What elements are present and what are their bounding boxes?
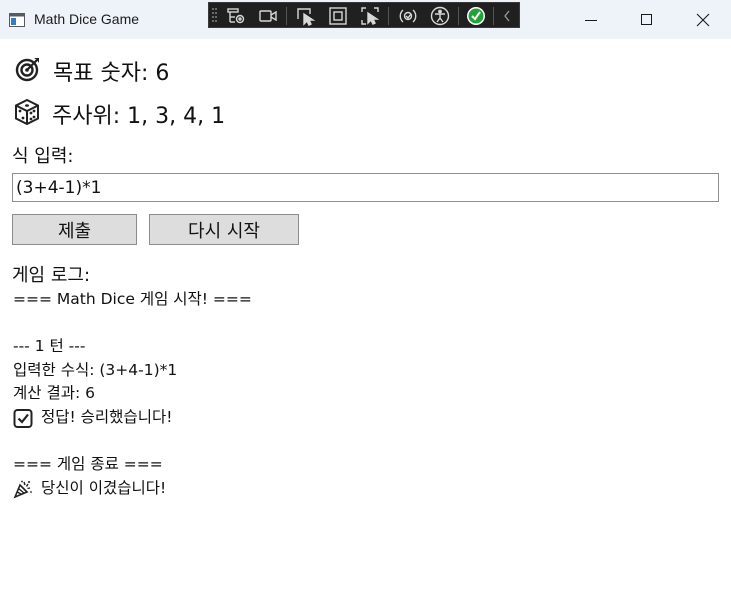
close-button[interactable]	[675, 0, 731, 39]
binding-check-icon[interactable]	[465, 6, 487, 26]
minimize-button[interactable]	[563, 0, 619, 39]
game-die-icon	[15, 98, 39, 129]
toolbar-separator	[286, 7, 287, 25]
hot-reload-icon[interactable]	[397, 6, 419, 26]
log-line: --- 1 턴 ---	[13, 337, 86, 356]
toolbar-separator	[388, 7, 389, 25]
log-line: 계산 결과: 6	[13, 384, 95, 403]
toolbar-separator	[493, 7, 494, 25]
log-line: 정답! 승리했습니다!	[13, 406, 713, 430]
live-visual-tree-icon[interactable]	[225, 6, 247, 26]
collapse-chevron-icon[interactable]	[499, 6, 515, 26]
target-number-row: 목표 숫자: 6	[15, 56, 169, 86]
submit-button[interactable]: 제출	[12, 214, 137, 245]
maximize-icon	[641, 14, 652, 25]
check-box-icon	[13, 408, 33, 428]
display-layout-adorners-icon[interactable]	[327, 6, 349, 26]
target-number-text: 목표 숫자: 6	[53, 61, 170, 86]
expression-label: 식 입력:	[12, 146, 74, 167]
track-focus-icon[interactable]	[359, 6, 381, 26]
game-log: === Math Dice 게임 시작! === --- 1 턴 --- 입력한…	[13, 288, 713, 500]
window-title: Math Dice Game	[34, 11, 140, 27]
party-popper-icon	[13, 479, 33, 499]
title-bar[interactable]: Math Dice Game	[0, 0, 731, 39]
log-line: === Math Dice 게임 시작! ===	[13, 290, 252, 308]
log-line: === 게임 종료 ===	[13, 455, 163, 474]
app-window: Math Dice Game 목표 숫자: 6 주사위: 1, 3, 4, 1 …	[0, 0, 731, 613]
game-log-label: 게임 로그:	[12, 265, 91, 286]
accessibility-icon[interactable]	[429, 6, 451, 26]
app-window-icon	[9, 12, 25, 27]
xaml-debug-toolbar	[208, 2, 520, 28]
maximize-button[interactable]	[619, 0, 675, 39]
close-icon	[696, 13, 710, 27]
log-line: 입력한 수식: (3+4-1)*1	[13, 360, 178, 379]
restart-button[interactable]: 다시 시작	[149, 214, 299, 245]
toolbar-separator	[458, 7, 459, 25]
game-panel: 목표 숫자: 6 주사위: 1, 3, 4, 1 식 입력: 제출 다시 시작 …	[0, 39, 731, 613]
expression-input[interactable]	[12, 173, 719, 202]
log-line: 당신이 이겼습니다!	[13, 477, 713, 501]
dice-row: 주사위: 1, 3, 4, 1	[15, 98, 226, 129]
select-element-icon[interactable]	[295, 6, 317, 26]
video-record-icon[interactable]	[257, 6, 279, 26]
dice-values-text: 주사위: 1, 3, 4, 1	[52, 104, 226, 129]
toolbar-grip-icon[interactable]	[212, 7, 217, 23]
direct-hit-target-icon	[15, 56, 41, 86]
minimize-icon	[585, 20, 597, 21]
